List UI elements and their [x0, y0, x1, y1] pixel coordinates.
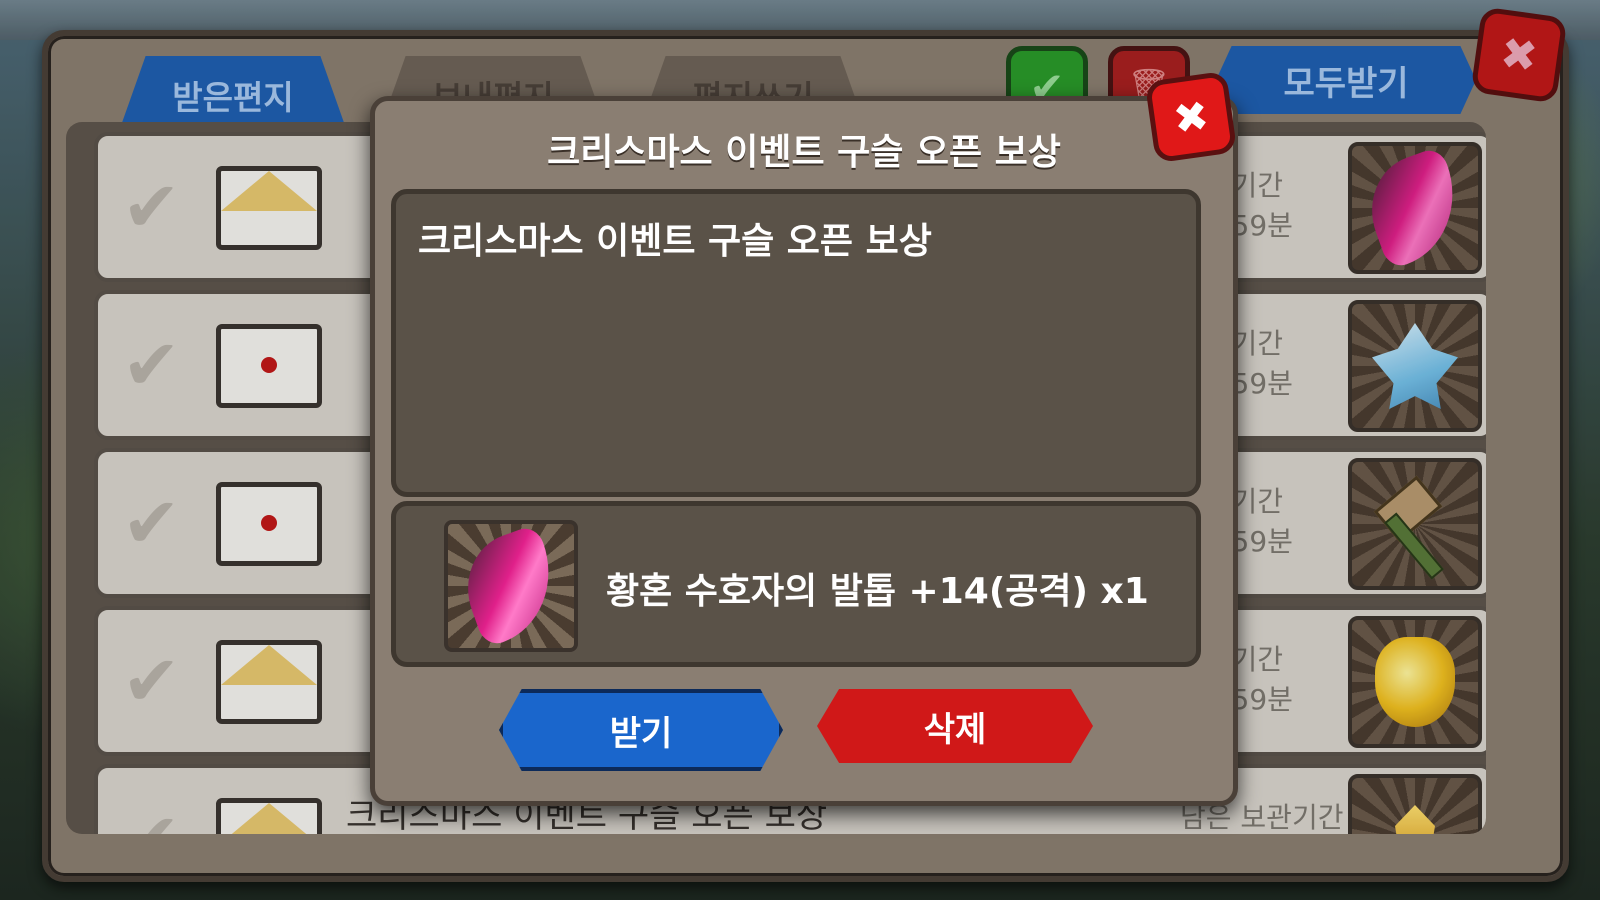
modal-message-box: 크리스마스 이벤트 구슬 오픈 보상 [391, 189, 1201, 497]
close-icon: ✖ [1170, 90, 1212, 144]
receive-button[interactable]: 받기 [499, 689, 783, 771]
close-modal-button[interactable]: ✖ [1144, 70, 1238, 164]
claw-icon [451, 523, 571, 649]
mail-detail-modal: 크리스마스 이벤트 구슬 오픈 보상 크리스마스 이벤트 구슬 오픈 보상 황혼… [370, 96, 1238, 806]
delete-button[interactable]: 삭제 [817, 689, 1093, 763]
reward-item-icon [444, 520, 578, 652]
reward-label: 황혼 수호자의 발톱 +14(공격) x1 [606, 571, 1149, 612]
reward-box: 황혼 수호자의 발톱 +14(공격) x1 [391, 501, 1201, 667]
modal-title: 크리스마스 이벤트 구슬 오픈 보상 [547, 132, 1061, 173]
modal-message: 크리스마스 이벤트 구슬 오픈 보상 [418, 221, 932, 262]
